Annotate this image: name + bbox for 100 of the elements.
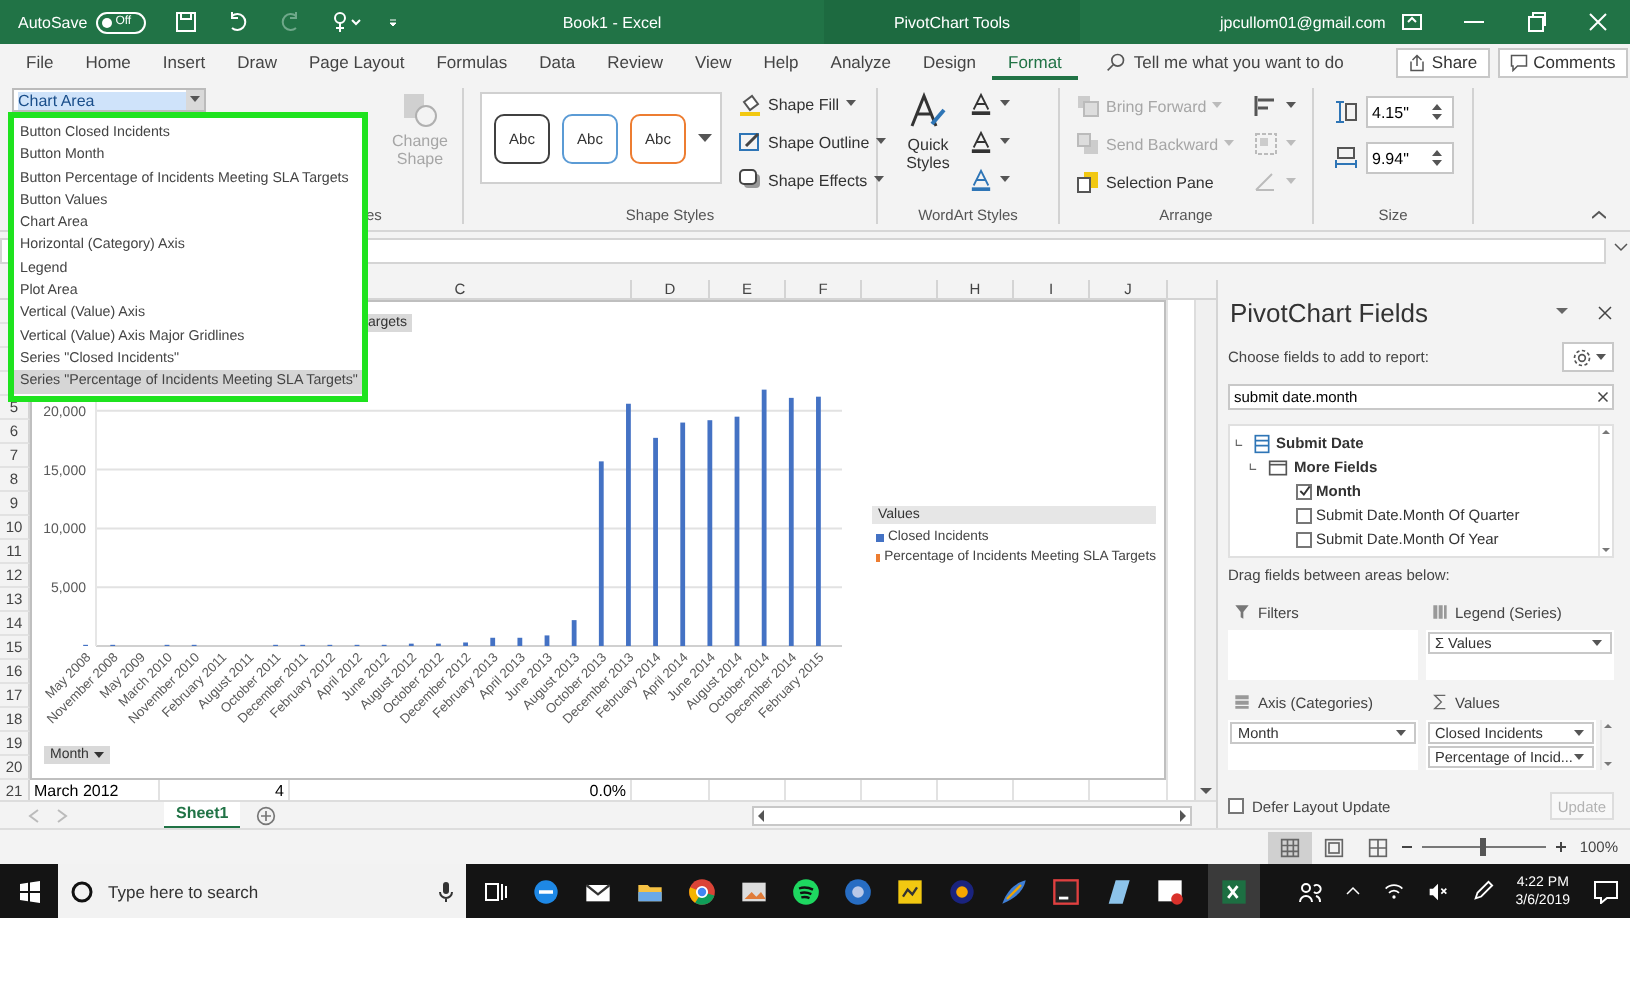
caret-icon bbox=[1395, 729, 1405, 737]
ribbon-tab[interactable]: Review bbox=[591, 44, 680, 80]
checkbox[interactable] bbox=[1228, 798, 1244, 814]
ring-app-icon[interactable] bbox=[948, 877, 976, 905]
ribbon-tab[interactable]: Data bbox=[523, 44, 592, 80]
height-input[interactable]: 4.15" bbox=[1372, 103, 1432, 121]
caret-icon bbox=[1595, 353, 1605, 361]
orb-icon[interactable] bbox=[844, 877, 872, 905]
zoom-out-icon[interactable] bbox=[1399, 840, 1414, 854]
feather-icon[interactable] bbox=[1000, 877, 1028, 905]
collapse-icon[interactable] bbox=[1234, 436, 1248, 450]
ribbon-tab[interactable]: Page Layout bbox=[293, 44, 421, 80]
add-sheet-icon[interactable] bbox=[256, 805, 276, 825]
pen-icon[interactable] bbox=[1471, 880, 1494, 902]
zoom-in-icon[interactable] bbox=[1553, 840, 1568, 854]
save-icon[interactable] bbox=[173, 10, 198, 34]
caret-icon bbox=[873, 176, 884, 184]
sheet-tab[interactable]: Sheet1 bbox=[164, 801, 240, 829]
ribbon-tab[interactable]: View bbox=[679, 44, 748, 80]
width-input[interactable]: 9.94" bbox=[1372, 149, 1432, 167]
ribbon-display-icon[interactable] bbox=[1400, 10, 1424, 34]
clear-icon[interactable] bbox=[1594, 388, 1612, 406]
ribbon-command[interactable]: Shape Effects bbox=[738, 168, 886, 192]
notifications-icon[interactable] bbox=[1592, 879, 1618, 903]
caret-icon bbox=[1574, 753, 1584, 761]
taskbar-search-field[interactable]: Type here to search bbox=[108, 881, 424, 901]
expand-icon[interactable] bbox=[1612, 238, 1630, 256]
caret-icon bbox=[190, 96, 200, 104]
ribbon-command[interactable]: Shape Outline bbox=[738, 130, 886, 154]
ribbon-tab[interactable]: Help bbox=[747, 44, 815, 80]
account-name[interactable]: jpcullom01@gmail.com bbox=[1220, 13, 1386, 31]
stacked-squares-icon bbox=[1076, 94, 1100, 118]
ribbon-tab[interactable]: Insert bbox=[146, 44, 222, 80]
vertical-scrollbar[interactable] bbox=[1194, 300, 1216, 800]
page-break-icon bbox=[1367, 837, 1388, 857]
undo-icon[interactable] bbox=[225, 10, 250, 34]
settings-button[interactable] bbox=[1562, 342, 1614, 372]
scroll-up-icon[interactable] bbox=[1600, 426, 1612, 438]
people-icon[interactable] bbox=[1297, 879, 1322, 903]
muted-speaker-icon[interactable] bbox=[1425, 881, 1450, 901]
selection-pane-icon bbox=[1076, 170, 1100, 194]
ribbon-tab[interactable]: Draw bbox=[221, 44, 293, 80]
scroll-up-icon[interactable] bbox=[1602, 720, 1614, 732]
image-icon[interactable] bbox=[740, 877, 768, 905]
ribbon-tab[interactable]: File bbox=[10, 44, 70, 80]
table-icon bbox=[1252, 433, 1272, 453]
ribbon-tab[interactable]: Formulas bbox=[420, 44, 524, 80]
view-button[interactable] bbox=[1267, 831, 1312, 863]
caret-icon bbox=[94, 751, 105, 759]
align-icon[interactable] bbox=[1254, 94, 1279, 118]
more-icon[interactable] bbox=[698, 133, 712, 143]
wheel-icon[interactable] bbox=[688, 877, 716, 905]
checkbox[interactable] bbox=[1296, 531, 1312, 547]
search-icon[interactable] bbox=[1105, 52, 1126, 72]
share-button[interactable]: Share bbox=[1395, 47, 1490, 77]
task-view-icon[interactable] bbox=[484, 879, 508, 903]
bar bbox=[571, 620, 577, 646]
spreadsheet-icon[interactable] bbox=[1220, 877, 1248, 905]
checkbox[interactable] bbox=[1296, 507, 1312, 523]
ribbon-tab[interactable]: Analyze bbox=[814, 44, 908, 80]
scroll-left-icon[interactable] bbox=[754, 807, 770, 823]
ribbon-tab[interactable]: Design bbox=[907, 44, 992, 80]
chevron-up-icon[interactable] bbox=[1343, 882, 1362, 900]
window-app-icon[interactable] bbox=[1156, 877, 1184, 905]
columns-icon bbox=[1431, 604, 1447, 620]
name-box[interactable]: Chart Area bbox=[12, 88, 206, 112]
checkbox[interactable] bbox=[1296, 483, 1312, 499]
sigma-icon bbox=[1431, 694, 1447, 710]
spinner-icon bbox=[1432, 148, 1442, 168]
ribbon-command[interactable]: Shape Fill bbox=[738, 92, 886, 116]
maximize-icon[interactable] bbox=[1524, 10, 1548, 34]
ribbon-command[interactable]: Selection Pane bbox=[1076, 170, 1235, 194]
text-style-icon[interactable] bbox=[970, 92, 992, 116]
caret-icon bbox=[845, 100, 856, 108]
share-icon bbox=[1407, 53, 1426, 71]
collapse-icon[interactable] bbox=[1248, 460, 1262, 474]
sound-waves-icon[interactable] bbox=[792, 877, 820, 905]
collapse-ribbon-icon[interactable] bbox=[1592, 210, 1606, 220]
slider-thumb[interactable] bbox=[1479, 838, 1486, 856]
caret-down-icon[interactable] bbox=[1556, 308, 1568, 316]
scroll-right-icon[interactable] bbox=[1174, 807, 1190, 823]
close-icon[interactable] bbox=[1596, 303, 1614, 321]
horizontal-scrollbar[interactable] bbox=[752, 805, 1192, 825]
letter-brush-icon bbox=[908, 92, 948, 132]
caret-icon bbox=[1212, 102, 1223, 110]
quick-styles-button[interactable]: Quick Styles bbox=[898, 92, 958, 173]
microphone-icon[interactable] bbox=[438, 879, 454, 903]
ribbon-tab[interactable]: Home bbox=[69, 44, 147, 80]
scroll-down-icon[interactable] bbox=[1600, 544, 1612, 556]
taskbar-search-box[interactable]: Type here to search bbox=[58, 864, 466, 918]
code-editor-icon[interactable] bbox=[1052, 877, 1080, 905]
scroll-down-icon[interactable] bbox=[1602, 758, 1614, 770]
tell-me-field[interactable]: Tell me what you want to do bbox=[1133, 52, 1390, 72]
square-app-icon[interactable] bbox=[896, 877, 924, 905]
comments-button[interactable]: Comments bbox=[1497, 47, 1628, 77]
width-field[interactable]: 9.94" bbox=[1366, 142, 1454, 174]
height-field[interactable]: 4.15" bbox=[1366, 96, 1454, 128]
network-icon[interactable] bbox=[1383, 881, 1404, 901]
windows-logo-icon bbox=[17, 879, 41, 903]
text-style-icon[interactable] bbox=[970, 130, 992, 154]
